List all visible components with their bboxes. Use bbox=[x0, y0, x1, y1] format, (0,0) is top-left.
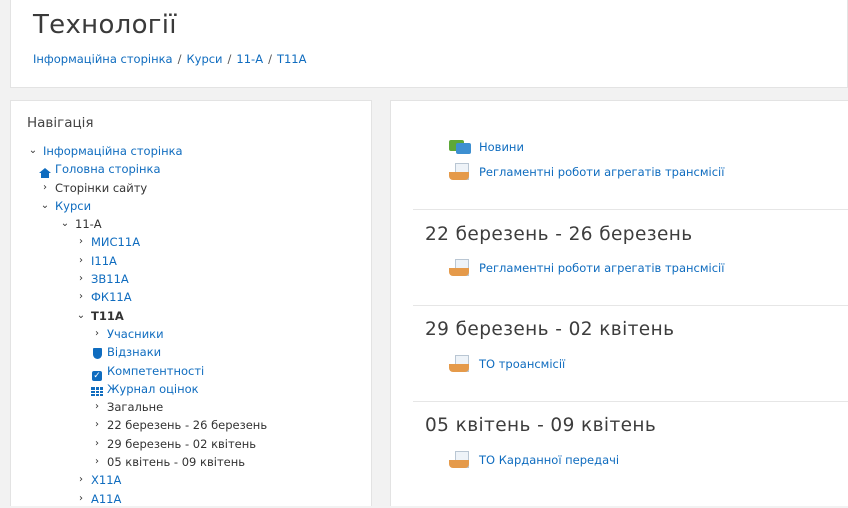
breadcrumb-separator: / bbox=[177, 52, 182, 66]
page-header: Технології Інформаційна сторінка / Курси / 1… bbox=[10, 0, 848, 88]
home-icon bbox=[39, 163, 51, 179]
page-title: Технології bbox=[33, 10, 177, 40]
nav-item-label: 05 квітень - 09 квітень bbox=[107, 455, 246, 470]
chevron-right-icon: › bbox=[79, 474, 83, 486]
chevron-right-icon: › bbox=[95, 401, 99, 413]
section-title: 29 березень - 02 квітень bbox=[425, 319, 675, 340]
navigation-heading: Навігація bbox=[27, 115, 94, 131]
nav-item-label[interactable]: Курси bbox=[55, 197, 91, 215]
nav-item-badges[interactable]: Відзнаки bbox=[27, 343, 267, 361]
file-icon bbox=[449, 451, 471, 469]
nav-item-label: Т11А bbox=[91, 308, 124, 323]
nav-item-label[interactable]: Головна сторінка bbox=[55, 160, 161, 178]
nav-item-label[interactable]: ФК11А bbox=[91, 288, 132, 306]
nav-item-label: 29 березень - 02 квітень bbox=[107, 436, 257, 451]
activity-link[interactable]: Регламентні роботи агрегатів трансмісії bbox=[479, 165, 724, 179]
breadcrumb-item-class[interactable]: 11-А bbox=[236, 52, 263, 66]
navigation-block: Навігація ⌄ Інформаційна сторінка Головна… bbox=[10, 100, 372, 506]
nav-item-label[interactable]: Відзнаки bbox=[107, 343, 161, 361]
nav-item-section-week[interactable]: › 29 березень - 02 квітень bbox=[27, 435, 267, 453]
activity-resource[interactable]: ТО Карданної передачі bbox=[449, 451, 619, 469]
section-divider bbox=[413, 209, 848, 210]
nav-item-label[interactable]: Х11А bbox=[91, 471, 121, 489]
section-divider bbox=[413, 401, 848, 402]
nav-item-label[interactable]: І11А bbox=[91, 252, 117, 270]
course-content: Новини Регламентні роботи агрегатів тран… bbox=[390, 100, 848, 506]
nav-item-label[interactable]: ЗВ11А bbox=[91, 270, 129, 288]
nav-item-participants[interactable]: › Учасники bbox=[27, 325, 267, 343]
nav-item-course[interactable]: › А11А bbox=[27, 490, 267, 508]
nav-item-label[interactable]: Журнал оцінок bbox=[107, 380, 199, 398]
activity-news[interactable]: Новини bbox=[449, 139, 524, 155]
nav-item-grades[interactable]: Журнал оцінок bbox=[27, 380, 267, 398]
activity-resource[interactable]: ТО троансмісії bbox=[449, 355, 565, 373]
gradebook-table-icon bbox=[91, 383, 103, 396]
breadcrumb: Інформаційна сторінка / Курси / 11-А / Т11А bbox=[33, 52, 306, 66]
nav-item-course[interactable]: › ЗВ11А bbox=[27, 270, 267, 288]
activity-link[interactable]: ТО троансмісії bbox=[479, 357, 565, 371]
section-divider bbox=[413, 305, 848, 306]
file-icon bbox=[449, 163, 471, 181]
chevron-right-icon: › bbox=[43, 181, 47, 193]
chevron-right-icon: › bbox=[95, 437, 99, 449]
chevron-down-icon: ⌄ bbox=[60, 218, 70, 230]
nav-item-label: 11-А bbox=[75, 217, 102, 232]
nav-item-label[interactable]: Учасники bbox=[107, 325, 164, 343]
chevron-right-icon: › bbox=[95, 327, 99, 339]
chevron-down-icon: ⌄ bbox=[28, 145, 38, 156]
nav-item-course[interactable]: › МИС11А bbox=[27, 233, 267, 251]
section-title: 05 квітень - 09 квітень bbox=[425, 415, 657, 436]
nav-item-label: Сторінки сайту bbox=[55, 180, 148, 195]
chevron-right-icon: › bbox=[79, 236, 83, 248]
file-icon bbox=[449, 355, 471, 373]
breadcrumb-separator: / bbox=[268, 52, 272, 66]
nav-item-course[interactable]: › Х11А bbox=[27, 471, 267, 489]
activity-link[interactable]: ТО Карданної передачі bbox=[479, 453, 619, 467]
nav-item-course[interactable]: › ФК11А bbox=[27, 288, 267, 306]
activity-link[interactable]: Регламентні роботи агрегатів трансмісії bbox=[479, 261, 724, 275]
breadcrumb-separator: / bbox=[227, 52, 232, 66]
chevron-right-icon: › bbox=[79, 291, 83, 303]
nav-item-class-11a[interactable]: ⌄ 11-А bbox=[27, 215, 267, 233]
nav-item-section-general[interactable]: › Загальне bbox=[27, 398, 267, 416]
nav-item-label[interactable]: Інформаційна сторінка bbox=[43, 142, 183, 160]
nav-item-label: 22 березень - 26 березень bbox=[107, 418, 268, 433]
file-icon bbox=[449, 259, 471, 277]
breadcrumb-item-courses[interactable]: Курси bbox=[186, 52, 222, 66]
nav-item-label: Загальне bbox=[107, 400, 164, 415]
chevron-right-icon: › bbox=[79, 273, 83, 285]
nav-item-label[interactable]: Компетентності bbox=[107, 362, 204, 380]
nav-item-info-page[interactable]: ⌄ Інформаційна сторінка bbox=[27, 142, 267, 160]
chevron-right-icon: › bbox=[79, 254, 83, 266]
activity-resource[interactable]: Регламентні роботи агрегатів трансмісії bbox=[449, 163, 724, 181]
nav-item-home[interactable]: Головна сторінка bbox=[27, 160, 267, 179]
chevron-right-icon: › bbox=[79, 492, 83, 504]
breadcrumb-item-home[interactable]: Інформаційна сторінка bbox=[33, 52, 173, 66]
activity-link[interactable]: Новини bbox=[479, 140, 524, 154]
nav-item-courses[interactable]: ⌄ Курси bbox=[27, 197, 267, 215]
nav-item-course-current[interactable]: ⌄ Т11А bbox=[27, 307, 267, 325]
nav-item-section-week[interactable]: › 05 квітень - 09 квітень bbox=[27, 453, 267, 471]
chevron-right-icon: › bbox=[95, 456, 99, 468]
nav-item-label[interactable]: А11А bbox=[91, 490, 121, 508]
forum-icon bbox=[449, 139, 471, 155]
nav-item-label[interactable]: МИС11А bbox=[91, 233, 140, 251]
navigation-tree: ⌄ Інформаційна сторінка Головна сторінка … bbox=[27, 142, 267, 508]
chevron-down-icon: ⌄ bbox=[40, 199, 50, 211]
badge-shield-icon bbox=[91, 346, 103, 360]
section-title: 22 березень - 26 березень bbox=[425, 224, 693, 245]
activity-resource[interactable]: Регламентні роботи агрегатів трансмісії bbox=[449, 259, 724, 277]
nav-item-competencies[interactable]: ✓ Компетентності bbox=[27, 362, 267, 381]
chevron-down-icon: ⌄ bbox=[76, 309, 86, 321]
nav-item-site-pages[interactable]: › Сторінки сайту bbox=[27, 179, 267, 197]
chevron-right-icon: › bbox=[95, 419, 99, 431]
nav-item-course[interactable]: › І11А bbox=[27, 252, 267, 270]
nav-item-section-week[interactable]: › 22 березень - 26 березень bbox=[27, 416, 267, 434]
checkbox-icon: ✓ bbox=[92, 370, 102, 381]
breadcrumb-item-course[interactable]: Т11А bbox=[277, 52, 307, 66]
